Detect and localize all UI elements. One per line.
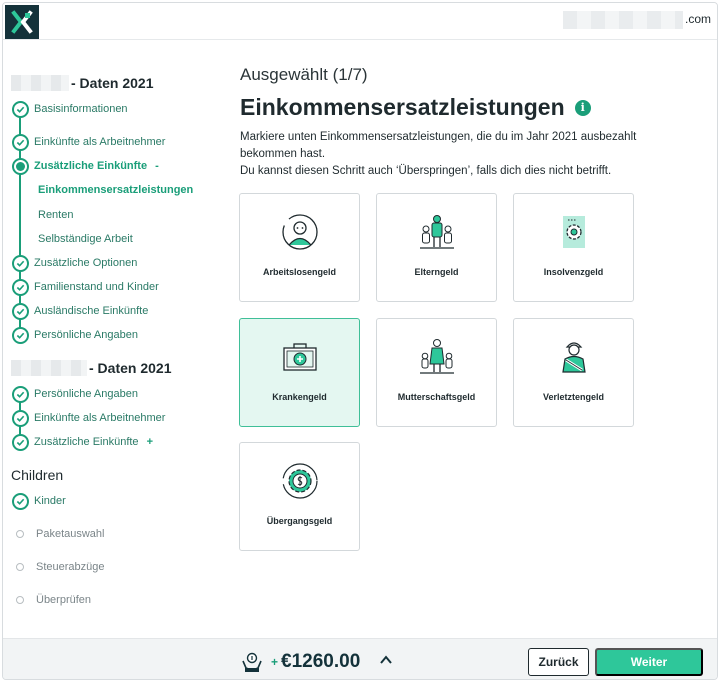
empty-circle-icon	[16, 563, 24, 571]
check-circle-icon	[12, 326, 29, 344]
card-verletztengeld[interactable]: Verletztengeld	[513, 318, 634, 427]
unemployed-person-icon	[279, 211, 321, 253]
sidebar-item-label: Zusätzliche Optionen	[34, 257, 138, 269]
card-label: Elterngeld	[414, 267, 459, 277]
sidebar-item-label: Paketauswahl	[36, 528, 105, 540]
sidebar-item-familienstand[interactable]: Familienstand und Kinder	[12, 278, 159, 296]
sidebar-item-ueberpruefen[interactable]: Überprüfen	[16, 593, 91, 607]
app-window: .com - Daten 2021 Basisinformationen Ein…	[2, 2, 718, 680]
card-arbeitslosengeld[interactable]: Arbeitslosengeld	[239, 193, 360, 302]
account-email-suffix: .com	[685, 12, 712, 26]
sidebar-item-label: Überprüfen	[36, 594, 92, 606]
card-label: Verletztengeld	[542, 392, 605, 402]
card-label: Krankengeld	[272, 392, 327, 402]
section-title-year-2: - Daten 2021	[11, 360, 171, 376]
check-circle-icon	[12, 492, 29, 510]
card-label: Mutterschaftsgeld	[397, 392, 476, 402]
card-insolvenzgeld[interactable]: Insolvenzgeld	[513, 193, 634, 302]
empty-circle-icon	[16, 530, 24, 538]
sidebar-item-label: Einkünfte als Arbeitnehmer	[34, 136, 166, 148]
sidebar-item-einkuenfte-arbeitnehmer-2[interactable]: Einkünfte als Arbeitnehmer	[12, 409, 165, 427]
card-label: Arbeitslosengeld	[262, 267, 336, 277]
sidebar-item-einkuenfte-arbeitnehmer[interactable]: Einkünfte als Arbeitnehmer	[12, 133, 165, 151]
sidebar-item-persoenliche-angaben-2[interactable]: Persönliche Angaben	[12, 385, 138, 403]
sidebar-item-label: Basisinformationen	[34, 103, 128, 115]
card-label: Übergangsgeld	[266, 516, 333, 526]
expand-toggle[interactable]: +	[147, 436, 153, 448]
sidebar-item-label: Persönliche Angaben	[34, 388, 138, 400]
sidebar-item-label: Persönliche Angaben	[34, 329, 138, 341]
sidebar-item-zusaetzliche-einkuenfte-2[interactable]: Zusätzliche Einkünfte +	[12, 433, 153, 451]
sidebar-item-label: Einkünfte als Arbeitnehmer	[34, 412, 166, 424]
refund-amount[interactable]: + €1260.00	[271, 651, 360, 673]
next-button[interactable]: Weiter	[595, 648, 703, 676]
refund-sign: +	[271, 655, 279, 669]
footer-bar: + €1260.00 Zurück Weiter	[3, 638, 717, 679]
card-mutterschaftsgeld[interactable]: Mutterschaftsgeld	[376, 318, 497, 427]
check-circle-icon	[12, 385, 29, 403]
account-email-redacted	[563, 11, 683, 29]
page-title: Einkommensersatzleistungen i	[240, 94, 591, 121]
sidebar-subitem-einkommensersatzleistungen[interactable]: Einkommensersatzleistungen	[38, 184, 193, 196]
instructions: Markiere unten Einkommensersatzleistunge…	[240, 129, 670, 180]
page-title-text: Einkommensersatzleistungen	[240, 94, 565, 120]
check-circle-icon	[12, 409, 29, 427]
sidebar-item-zusaetzliche-optionen[interactable]: Zusätzliche Optionen	[12, 254, 137, 272]
family-icon	[416, 211, 458, 253]
sidebar-item-persoenliche-angaben[interactable]: Persönliche Angaben	[12, 326, 138, 344]
section-title-children: Children	[11, 467, 64, 483]
top-bar: .com	[3, 3, 717, 40]
injured-worker-icon	[553, 336, 595, 378]
sidebar-item-steuerabzuege[interactable]: Steuerabzüge	[16, 560, 105, 574]
check-circle-icon	[12, 254, 29, 272]
check-circle-icon	[12, 133, 29, 151]
card-label: Insolvenzgeld	[543, 267, 604, 277]
check-circle-icon	[12, 302, 29, 320]
section-title-text: - Daten 2021	[71, 75, 154, 91]
refund-value: €1260.00	[281, 651, 361, 672]
sidebar-subitem-selbstaendige-arbeit[interactable]: Selbständige Arbeit	[38, 233, 133, 245]
section-title-year-1: - Daten 2021	[11, 75, 153, 91]
empty-circle-icon	[16, 596, 24, 604]
chevron-up-icon[interactable]	[379, 653, 393, 667]
brand-logo[interactable]	[5, 5, 39, 39]
redacted-name	[11, 75, 69, 91]
check-circle-icon	[12, 278, 29, 296]
sidebar-item-label: Kinder	[34, 495, 66, 507]
check-circle-icon	[12, 433, 29, 451]
instructions-line-2: Du kannst diesen Schritt auch ‘Übersprin…	[240, 165, 612, 177]
sidebar-item-label: Zusätzliche Einkünfte	[34, 436, 139, 448]
sidebar-item-auslaendische-einkuenfte[interactable]: Ausländische Einkünfte	[12, 302, 148, 320]
medical-case-icon	[279, 336, 321, 378]
money-gear-icon	[279, 460, 321, 502]
current-step-icon	[12, 157, 29, 175]
progress-sidebar: - Daten 2021 Basisinformationen Einkünft…	[3, 40, 223, 640]
sidebar-item-label: Ausländische Einkünfte	[34, 305, 149, 317]
sidebar-item-kinder[interactable]: Kinder	[12, 492, 66, 510]
mother-children-icon	[416, 336, 458, 378]
sidebar-item-label: Zusätzliche Einkünfte	[34, 160, 148, 172]
redacted-name	[11, 360, 87, 376]
logo-x-icon	[11, 10, 33, 34]
refund-hands-icon	[242, 652, 262, 672]
card-krankengeld[interactable]: Krankengeld	[239, 318, 360, 427]
card-uebergangsgeld[interactable]: Übergangsgeld	[239, 442, 360, 551]
sidebar-item-paketauswahl[interactable]: Paketauswahl	[16, 527, 105, 541]
section-title-text: - Daten 2021	[89, 360, 172, 376]
sidebar-item-label: Familienstand und Kinder	[34, 281, 159, 293]
selected-counter: Ausgewählt (1/7)	[240, 65, 368, 84]
sidebar-item-label: Steuerabzüge	[36, 561, 105, 573]
check-circle-icon	[12, 100, 29, 118]
back-button[interactable]: Zurück	[528, 648, 589, 676]
card-elterngeld[interactable]: Elterngeld	[376, 193, 497, 302]
sidebar-item-zusaetzliche-einkuenfte[interactable]: Zusätzliche Einkünfte -	[12, 157, 159, 175]
collapse-toggle[interactable]: -	[155, 160, 159, 172]
document-gear-icon	[553, 211, 595, 253]
sidebar-subitem-renten[interactable]: Renten	[38, 209, 73, 221]
info-icon[interactable]: i	[574, 99, 591, 116]
instructions-line-1: Markiere unten Einkommensersatzleistunge…	[240, 131, 637, 160]
sidebar-item-basisinformationen[interactable]: Basisinformationen	[12, 100, 128, 118]
